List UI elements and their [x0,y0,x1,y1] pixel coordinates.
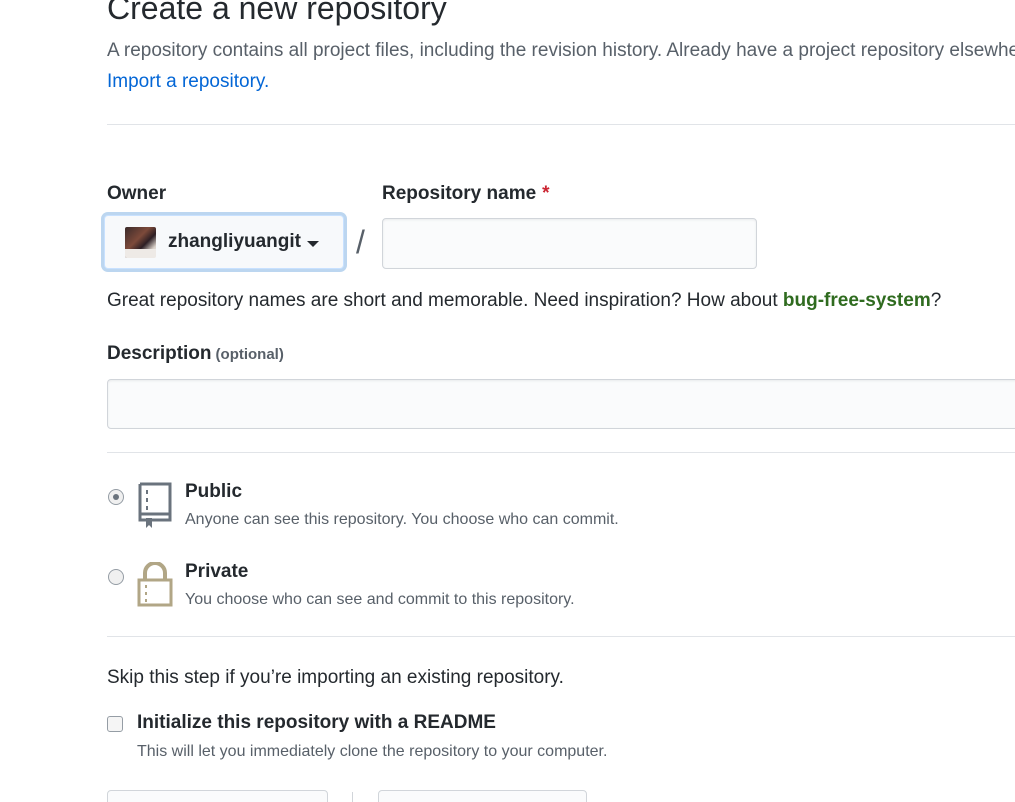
private-radio[interactable] [108,569,124,585]
repository-name-label: Repository name * [382,183,550,205]
new-repository-page: Create a new repository A repository con… [0,0,1015,802]
description-input[interactable] [107,379,1015,429]
owner-repo-separator: / [356,224,365,260]
skip-step-text: Skip this step if you’re importing an ex… [107,667,564,688]
public-radio[interactable] [108,489,124,505]
required-marker: * [542,183,550,204]
avatar [125,226,156,258]
description-label-text: Description [107,343,212,364]
select-separator [352,792,353,802]
caret-down-icon [307,240,319,247]
divider [107,452,1015,453]
divider [107,636,1015,637]
public-option-description: Anyone can see this repository. You choo… [185,511,619,528]
hint-end: ? [930,290,942,311]
readme-checkbox-label[interactable]: Initialize this repository with a README [137,712,496,734]
repository-name-input[interactable] [382,218,757,269]
page-title: Create a new repository [107,0,447,26]
public-option-title[interactable]: Public [185,481,242,503]
import-repository-link[interactable]: Import a repository. [107,71,269,93]
owner-label: Owner [107,183,167,204]
divider [107,124,1015,125]
readme-description: This will let you immediately clone the … [137,743,608,760]
private-option-title[interactable]: Private [185,561,248,583]
license-select[interactable] [378,790,587,802]
readme-checkbox[interactable] [107,716,123,732]
repository-name-label-text: Repository name [382,183,537,204]
lock-icon [137,562,173,607]
repo-icon [138,482,172,528]
page-subtitle: A repository contains all project files,… [107,40,1015,61]
private-option-description: You choose who can see and commit to thi… [185,591,575,608]
owner-name: zhangliyuangit [168,231,301,252]
hint-text: Great repository names are short and mem… [107,290,783,311]
name-suggestion[interactable]: bug-free-system [783,290,931,311]
repository-name-hint: Great repository names are short and mem… [107,290,941,312]
description-label: Description (optional) [107,343,284,365]
owner-dropdown-button[interactable]: zhangliyuangit [104,215,344,269]
optional-marker: (optional) [215,346,284,363]
gitignore-select[interactable] [107,790,328,802]
